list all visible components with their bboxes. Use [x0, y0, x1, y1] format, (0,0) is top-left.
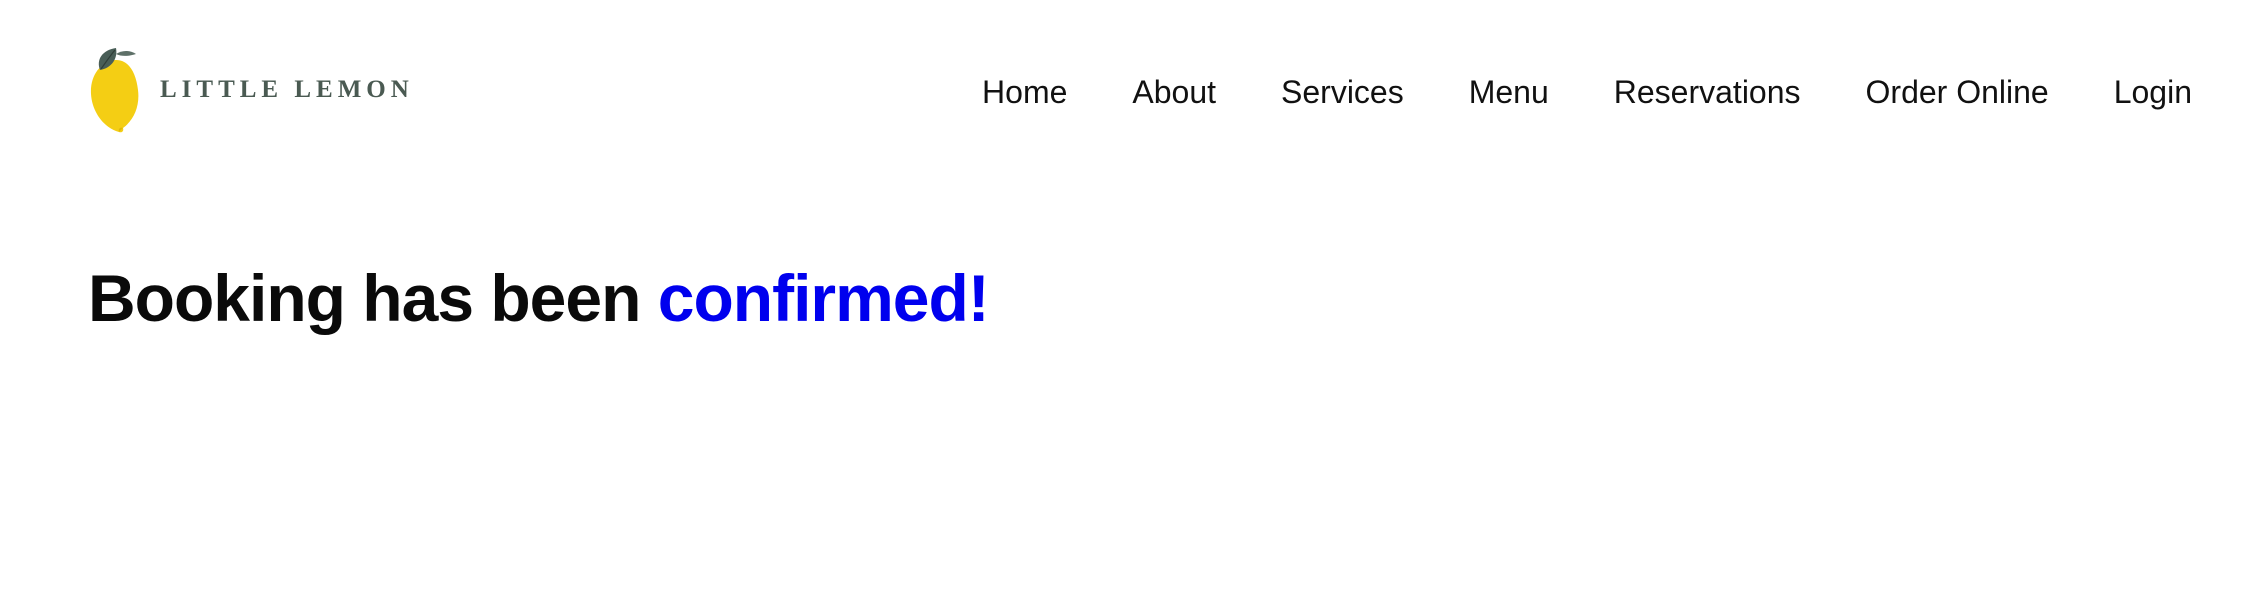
nav-list: Home About Services Menu Reservations Or…	[982, 70, 2192, 114]
nav-about[interactable]: About	[1132, 74, 1216, 110]
nav-home[interactable]: Home	[982, 74, 1067, 110]
nav-reservations[interactable]: Reservations	[1614, 74, 1801, 110]
confirmation-heading: Booking has been confirmed!	[88, 260, 990, 336]
nav-login[interactable]: Login	[2114, 74, 2192, 110]
logo-link[interactable]: LITTLE LEMON	[88, 46, 414, 134]
nav-services[interactable]: Services	[1281, 74, 1404, 110]
heading-prefix: Booking has been	[88, 261, 641, 335]
site-header: LITTLE LEMON Home About Services Menu Re…	[0, 0, 2256, 180]
brand-name: LITTLE LEMON	[160, 76, 414, 103]
lemon-icon	[90, 48, 139, 133]
nav-order-online[interactable]: Order Online	[1866, 74, 2049, 110]
heading-accent: confirmed!	[657, 261, 990, 335]
nav-menu[interactable]: Menu	[1469, 74, 1549, 110]
